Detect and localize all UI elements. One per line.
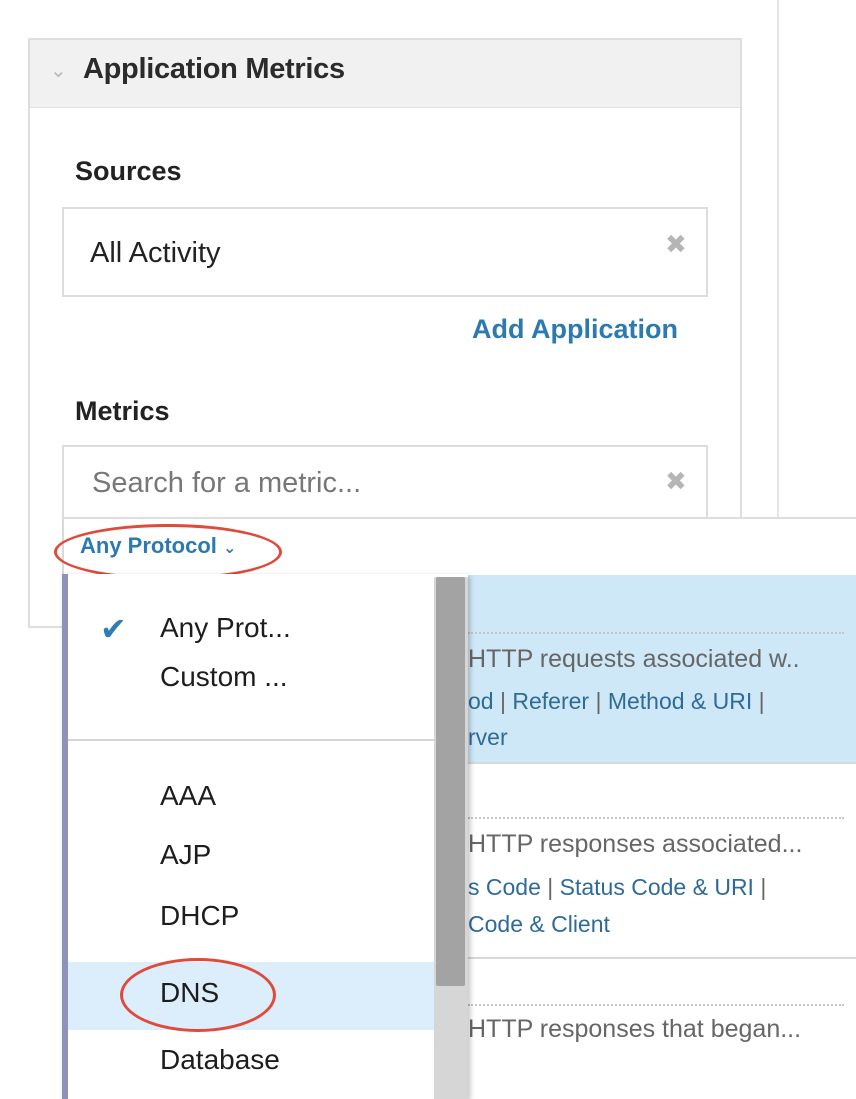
annotation-circle [120, 958, 276, 1032]
metric-link[interactable]: rver [468, 724, 508, 751]
result-links: od | Referer | Method & URI | [468, 688, 765, 714]
pane-divider [777, 0, 779, 520]
result-description: HTTP responses that began... [468, 1015, 802, 1043]
sources-value: All Activity [90, 237, 221, 269]
metric-link[interactable]: s Code [468, 874, 541, 900]
clear-search-icon[interactable]: ✖ [665, 466, 687, 497]
checkmark-icon: ✔ [100, 611, 127, 647]
result-description: HTTP responses associated... [468, 830, 803, 858]
menu-item-database[interactable]: Database [68, 1032, 434, 1092]
menu-item-dhcp[interactable]: DHCP [68, 888, 434, 948]
metrics-label: Metrics [75, 396, 170, 426]
menu-divider [68, 739, 434, 741]
result-divider [468, 1004, 844, 1006]
sources-label: Sources [75, 156, 182, 186]
cut-off-heading [80, 0, 380, 10]
metric-link[interactable]: Status Code & URI [560, 874, 754, 900]
metric-link[interactable]: Referer [512, 688, 589, 714]
metric-link[interactable]: od [468, 688, 494, 714]
result-description: HTTP requests associated w.. [468, 645, 800, 673]
annotation-circle [54, 524, 282, 580]
metric-link[interactable]: Code & Client [468, 911, 610, 938]
result-divider [468, 632, 844, 634]
chevron-down-icon[interactable]: ⌄ [50, 60, 72, 82]
menu-scrollbar-thumb[interactable] [436, 577, 465, 986]
add-application-link[interactable]: Add Application [472, 314, 678, 345]
panel-title: Application Metrics [83, 53, 345, 85]
menu-item-aaa[interactable]: AAA [68, 768, 434, 828]
menu-item-custom[interactable]: Custom ... [68, 649, 434, 709]
menu-item-ajp[interactable]: AJP [68, 827, 434, 887]
result-links: s Code | Status Code & URI | [468, 874, 767, 900]
metric-search-placeholder: Search for a metric... [92, 467, 362, 499]
clear-sources-icon[interactable]: ✖ [665, 229, 687, 260]
result-divider [468, 817, 844, 819]
metric-link[interactable]: Method & URI [608, 688, 752, 714]
